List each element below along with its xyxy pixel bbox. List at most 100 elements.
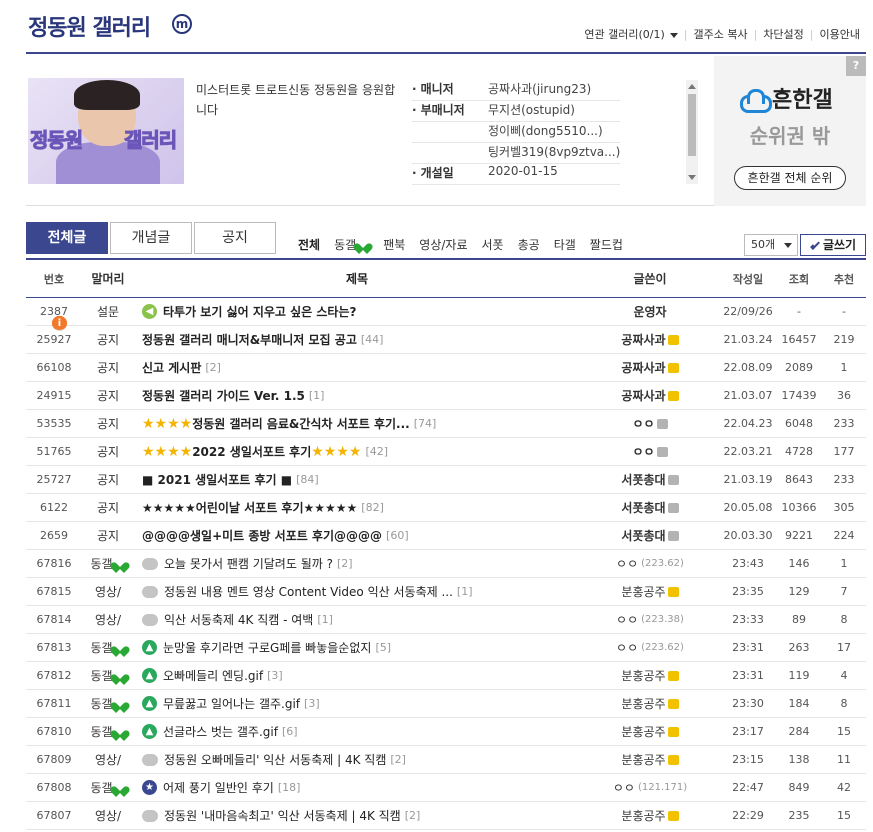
post-title-text[interactable]: 정동원 오빠메들리' 익산 서동축제 | 4K 직캠 xyxy=(164,751,386,768)
table-row[interactable]: 2659 공지 i @@@@생일+미트 종방 서포트 후기@@@@ [60] 서폿총대 20… xyxy=(26,316,866,550)
post-title[interactable]: ▲ 오빠메들리 엔딩.gif [3] xyxy=(134,662,580,689)
submanager-name[interactable]: 정이삐(dong5510...) xyxy=(488,122,603,142)
post-title-text[interactable]: 정동원 갤러리 음료&간식차 서포트 후기... xyxy=(192,415,410,432)
comment-count[interactable]: [3] xyxy=(304,697,320,710)
post-writer[interactable]: ㅇㅇ (223.62) xyxy=(580,550,720,577)
table-row[interactable]: 51765공지i★★★★2022 생일서포트 후기★★★★[42]ㅇㅇ22.03… xyxy=(26,316,866,466)
post-title[interactable]: i 정동원 갤러리 매니저&부매니저 모집 공고 [44] xyxy=(52,316,580,353)
post-title-text[interactable]: 익산 서동축제 4K 직캠 - 여백 xyxy=(164,611,313,628)
writer-nickname[interactable]: 공짜사과 xyxy=(621,387,665,404)
submanager-name[interactable]: 팅커벨319(8vp9ztva...) xyxy=(488,143,620,163)
manager-name[interactable]: 공짜사과(jirung23) xyxy=(488,80,591,100)
post-title-text[interactable]: 정동원 '내마음속최고' 익산 서동축제 | 4K 직캠 xyxy=(164,807,401,824)
post-title[interactable]: ▲ 무릎꿇고 일어나는 갤주.gif [3] xyxy=(134,690,580,717)
post-title-text[interactable]: 오늘 못가서 팬캠 기달려도 될까 ? xyxy=(164,555,333,572)
post-title-text[interactable]: 눈망울 후기라면 구로G페를 빠놓을순없지 xyxy=(163,639,371,656)
writer-nickname[interactable]: 서폿총대 xyxy=(621,471,665,488)
table-row[interactable]: 6122 공지 i ★★★★★어린이날 서포트 후기★★★★★ [82] 서폿총대 20.0… xyxy=(26,316,866,522)
writer-nickname[interactable]: 공짜사과 xyxy=(621,359,665,376)
head-donggal[interactable]: 동갤 xyxy=(334,236,369,253)
comment-count[interactable]: [2] xyxy=(390,753,406,766)
writer-nickname[interactable]: ㅇㅇ xyxy=(616,639,638,656)
post-title-text[interactable]: 어제 풍기 일반인 후기 xyxy=(163,779,274,796)
post-writer[interactable]: ㅇㅇ xyxy=(580,438,720,465)
writer-nickname[interactable]: 분홍공주 xyxy=(621,751,665,768)
table-row[interactable]: 24915 공지 i 정동원 갤러리 가이드 Ver. 1.5 [1] 공짜사과 21.03… xyxy=(26,316,866,410)
post-writer[interactable]: ㅇㅇ (223.38) xyxy=(580,606,720,633)
writer-nickname[interactable]: 운영자 xyxy=(633,303,666,320)
post-title-text[interactable]: @@@@생일+미트 종방 서포트 후기@@@@ xyxy=(142,527,382,544)
table-row[interactable]: 67813 동갤 ▲ 눈망울 후기라면 구로G페를 빠놓을순없지 [5] ㅇㅇ (223.6… xyxy=(26,634,866,662)
writer-nickname[interactable]: 서폿총대 xyxy=(621,499,665,516)
table-row[interactable]: 67808 동갤 ★ 어제 풍기 일반인 후기 [18] ㅇㅇ (121.171) 22:47… xyxy=(26,774,866,802)
tab-all-posts[interactable]: 전체글 xyxy=(26,222,108,254)
comment-count[interactable]: [74] xyxy=(414,417,437,430)
post-title[interactable]: 정동원 내용 멘트 영상 Content Video 익산 서동축제 ... [1… xyxy=(134,578,580,605)
block-settings-link[interactable]: 차단설정 xyxy=(757,26,809,42)
writer-nickname[interactable]: 서폿총대 xyxy=(621,527,665,544)
post-title-text[interactable]: 무릎꿇고 일어나는 갤주.gif xyxy=(163,695,300,712)
post-title-text[interactable]: 신고 게시판 xyxy=(142,359,201,376)
writer-nickname[interactable]: 분홍공주 xyxy=(621,667,665,684)
table-row[interactable]: 67810 동갤 ▲ 선글라스 벗는 갤주.gif [6] 분홍공주 23:17 284 15 xyxy=(26,718,866,746)
post-title[interactable]: ◀ 타투가 보기 싫어 지우고 싶은 스타는? xyxy=(134,298,580,325)
table-row[interactable]: 67812 동갤 ▲ 오빠메들리 엔딩.gif [3] 분홍공주 23:31 119 4 xyxy=(26,662,866,690)
writer-nickname[interactable]: 분홍공주 xyxy=(621,695,665,712)
help-icon[interactable]: ? xyxy=(846,56,866,76)
writer-nickname[interactable]: ㅇㅇ xyxy=(632,443,654,460)
writer-nickname[interactable]: 공짜사과 xyxy=(621,331,665,348)
post-title[interactable]: i ■ 2021 생일서포트 후기 ■ [84] xyxy=(52,316,580,493)
post-writer[interactable]: 공짜사과 xyxy=(580,354,720,381)
post-title[interactable]: i★★★★2022 생일서포트 후기★★★★[42] xyxy=(52,316,580,465)
post-title-text[interactable]: 정동원 내용 멘트 영상 Content Video 익산 서동축제 ... xyxy=(164,583,453,600)
comment-count[interactable]: [2] xyxy=(205,361,221,374)
post-title-text[interactable]: 선글라스 벗는 갤주.gif xyxy=(163,723,278,740)
post-title[interactable]: i 신고 게시판 [2] xyxy=(52,316,580,381)
table-row[interactable]: 67814 영상/익산 서동축제 4K 직캠 - 여백 [1] ㅇㅇ (223.38) 2… xyxy=(26,606,866,634)
scroll-down-icon[interactable] xyxy=(688,175,696,180)
tab-notice[interactable]: 공지 xyxy=(194,222,276,254)
copy-address-link[interactable]: 갤주소 복사 xyxy=(687,26,753,42)
writer-nickname[interactable]: ㅇㅇ xyxy=(632,415,654,432)
table-row[interactable]: 66108 공지 i 신고 게시판 [2] 공짜사과 22.08.09 2089 1 xyxy=(26,316,866,382)
post-title-text[interactable]: 타투가 보기 싫어 지우고 싶은 스타는? xyxy=(163,303,356,320)
comment-count[interactable]: [2] xyxy=(337,557,353,570)
table-row[interactable]: 53535 공지 i ★★★★정동원 갤러리 음료&간식차 서포트 후기... [74]… xyxy=(26,316,866,438)
comment-count[interactable]: [1] xyxy=(317,613,333,626)
comment-count[interactable]: [1] xyxy=(457,585,473,598)
comment-count[interactable]: [60] xyxy=(386,529,409,542)
comment-count[interactable]: [5] xyxy=(375,641,391,654)
comment-count[interactable]: [82] xyxy=(361,501,384,514)
write-button[interactable]: 글쓰기 xyxy=(800,234,866,256)
post-title[interactable]: 정동원 '내마음속최고' 익산 서동축제 | 4K 직캠 [2] xyxy=(134,802,580,829)
writer-nickname[interactable]: ㅇㅇ xyxy=(616,555,638,572)
table-row[interactable]: 67809 영상/정동원 오빠메들리' 익산 서동축제 | 4K 직캠 [2] 분홍공… xyxy=(26,746,866,774)
post-writer[interactable]: 분홍공주 xyxy=(580,690,720,717)
writer-nickname[interactable]: ㅇㅇ xyxy=(616,611,638,628)
table-row[interactable]: 67807 영상/정동원 '내마음속최고' 익산 서동축제 | 4K 직캠 [2] 분… xyxy=(26,802,866,830)
head-video[interactable]: 영상/자료 xyxy=(419,236,467,253)
table-row[interactable]: 67815 영상/정동원 내용 멘트 영상 Content Video 익산 서동… xyxy=(26,578,866,606)
post-title[interactable]: i 정동원 갤러리 가이드 Ver. 1.5 [1] xyxy=(52,316,580,409)
post-writer[interactable]: ㅇㅇ (121.171) xyxy=(580,774,720,801)
head-fanbook[interactable]: 팬북 xyxy=(383,236,405,253)
comment-count[interactable]: [3] xyxy=(267,669,283,682)
writer-nickname[interactable]: 분홍공주 xyxy=(621,723,665,740)
post-title[interactable]: 익산 서동축제 4K 직캠 - 여백 [1] xyxy=(134,606,580,633)
post-title[interactable]: i ★★★★정동원 갤러리 음료&간식차 서포트 후기... [74] xyxy=(52,316,580,437)
post-title-text[interactable]: 정동원 갤러리 매니저&부매니저 모집 공고 xyxy=(142,331,357,348)
writer-nickname[interactable]: ㅇㅇ xyxy=(613,779,635,796)
post-writer[interactable]: ㅇㅇ xyxy=(580,410,720,437)
comment-count[interactable]: [84] xyxy=(296,473,319,486)
post-writer[interactable]: 서폿총대 xyxy=(580,494,720,521)
post-writer[interactable]: 분홍공주 xyxy=(580,578,720,605)
post-writer[interactable]: 서폿총대 xyxy=(580,522,720,549)
post-title-text[interactable]: 오빠메들리 엔딩.gif xyxy=(163,667,263,684)
table-row[interactable]: 25727 공지 i ■ 2021 생일서포트 후기 ■ [84] 서폿총대 21.03.1… xyxy=(26,316,866,494)
post-writer[interactable]: ㅇㅇ (223.62) xyxy=(580,634,720,661)
scroll-thumb[interactable] xyxy=(688,94,696,156)
post-writer[interactable]: 공짜사과 xyxy=(580,382,720,409)
gallery-title[interactable]: 정동원 갤러리 xyxy=(28,10,151,42)
head-all[interactable]: 전체 xyxy=(298,236,320,253)
full-ranking-button[interactable]: 흔한갤 전체 순위 xyxy=(734,166,846,190)
